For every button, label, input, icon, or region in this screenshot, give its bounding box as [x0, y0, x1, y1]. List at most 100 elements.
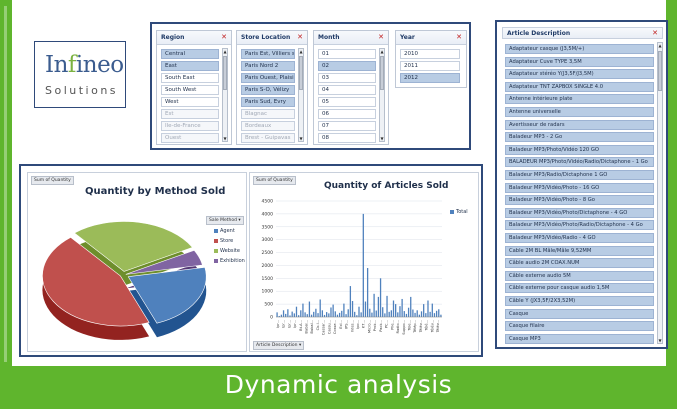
slicer-item-month[interactable]: 05	[318, 97, 376, 107]
bar[interactable]	[319, 299, 321, 317]
article-item[interactable]: Casque	[505, 308, 654, 319]
filter-clear-icon[interactable]: ✕	[456, 33, 462, 41]
article-item[interactable]: Câble Y (JX3,5F/2X3,52M)	[505, 296, 654, 306]
bar[interactable]	[330, 307, 332, 317]
bar[interactable]	[306, 314, 308, 317]
article-description-filter[interactable]: Article Description ▾	[253, 341, 305, 350]
bar[interactable]	[382, 307, 384, 317]
slicer-item-region[interactable]: West	[161, 97, 219, 107]
scroll-down-icon[interactable]: ▼	[299, 136, 303, 141]
slicer-item-region[interactable]: Central	[161, 49, 219, 59]
bar[interactable]	[291, 311, 293, 317]
scroll-down-icon[interactable]: ▼	[658, 338, 662, 343]
bar[interactable]	[377, 296, 380, 317]
article-item[interactable]: Câble externe audio 5M	[505, 270, 654, 281]
filter-clear-icon[interactable]: ✕	[297, 33, 303, 41]
bar[interactable]	[336, 314, 339, 317]
bar[interactable]	[313, 311, 315, 317]
bar[interactable]	[410, 296, 412, 317]
article-item[interactable]: Antenne universelle	[505, 107, 654, 117]
bar[interactable]	[345, 314, 347, 317]
bar[interactable]	[364, 301, 367, 317]
bar[interactable]	[321, 310, 323, 317]
article-item[interactable]: Câble audio 2M COAX.NUM	[505, 258, 654, 269]
slicer-item-month[interactable]: 03	[318, 73, 376, 83]
article-item[interactable]: Adaptateur TNT ZAPBOX SINGLE 4.0	[505, 81, 654, 92]
bar[interactable]	[317, 313, 319, 317]
bar[interactable]	[388, 311, 390, 317]
bar[interactable]	[300, 310, 302, 317]
bar[interactable]	[334, 311, 336, 317]
bar[interactable]	[371, 312, 373, 317]
slicer-item-month[interactable]: 02	[318, 61, 376, 71]
slicer-item-store[interactable]: Bordeaux	[241, 121, 295, 131]
slicer-item-year[interactable]: 2010	[400, 49, 460, 59]
slicer-item-store[interactable]: Brest - Guipavas	[241, 133, 295, 143]
slicer-item-month[interactable]: 08	[318, 133, 376, 143]
bar[interactable]	[435, 310, 438, 317]
filter-clear-icon[interactable]: ✕	[378, 33, 384, 41]
bar[interactable]	[338, 312, 341, 317]
article-item[interactable]: Casque MP3	[505, 333, 654, 344]
bar[interactable]	[384, 313, 386, 317]
article-item[interactable]: Adaptateur stéréo Y(J3,5F/J3,5M)	[505, 69, 654, 80]
bar[interactable]	[349, 286, 352, 317]
bar[interactable]	[358, 306, 360, 317]
bar[interactable]	[379, 278, 382, 317]
article-item[interactable]: Baladeur MP3/Vidéo/Radio - 4 GO	[505, 233, 654, 243]
bar[interactable]	[438, 309, 440, 317]
bar[interactable]	[276, 312, 278, 317]
bar[interactable]	[433, 313, 436, 317]
bar[interactable]	[405, 313, 408, 317]
bar[interactable]	[351, 301, 354, 317]
bar[interactable]	[326, 312, 328, 317]
filter-clear-icon[interactable]: ✕	[221, 33, 227, 41]
slicer-item-store[interactable]: Paris Ouest, Plaisir	[241, 73, 295, 83]
slicer-item-store[interactable]: Paris S-O, Vélizy	[241, 85, 295, 95]
bar[interactable]	[412, 309, 414, 317]
bar[interactable]	[341, 310, 343, 317]
slicer-item-store[interactable]: Blagnac	[241, 109, 295, 119]
bar[interactable]	[375, 310, 377, 317]
slicer-item-store[interactable]: Paris Sud, Evry	[241, 97, 295, 107]
filter-clear-icon[interactable]: ✕	[652, 29, 658, 37]
article-item[interactable]: Antenne intérieure plate	[505, 94, 654, 105]
slicer-item-region[interactable]: Ouest	[161, 133, 219, 143]
bar[interactable]	[315, 308, 317, 317]
bar[interactable]	[397, 312, 399, 317]
bar[interactable]	[282, 310, 285, 317]
slicer-item-month[interactable]: 07	[318, 121, 376, 131]
article-item[interactable]: Avertisseur de radars	[505, 119, 654, 130]
region-scrollbar[interactable]: ▲ ▼	[222, 48, 228, 142]
bar[interactable]	[420, 311, 423, 317]
slicer-item-year[interactable]: 2012	[400, 73, 460, 83]
scroll-up-icon[interactable]: ▲	[223, 49, 227, 54]
article-item[interactable]: Baladeur MP3/Vidéo/Photo/Dictaphone - 4 …	[505, 207, 654, 218]
bar[interactable]	[332, 304, 334, 317]
store-scrollbar[interactable]: ▲ ▼	[298, 48, 304, 142]
article-item[interactable]: Casque filaire	[505, 321, 654, 332]
article-item[interactable]: Baladeur MP3/Vidéo/Photo - 8 Go	[505, 195, 654, 206]
bar[interactable]	[407, 307, 410, 317]
scroll-thumb[interactable]	[299, 56, 303, 90]
scroll-thumb[interactable]	[380, 56, 384, 90]
bar[interactable]	[416, 310, 418, 317]
article-item[interactable]: Câble externe pour casque audio 1,5M	[505, 283, 654, 294]
article-item[interactable]: Baladeur MP3/Photo/Vidéo 120 GO	[505, 144, 654, 155]
article-item[interactable]: Adaptateur casque (J3,5M/+)	[505, 44, 654, 54]
bar[interactable]	[386, 295, 388, 317]
bar[interactable]	[308, 301, 311, 317]
bar[interactable]	[297, 315, 300, 317]
slicer-item-month[interactable]: 01	[318, 49, 376, 59]
bar[interactable]	[347, 309, 349, 317]
bar[interactable]	[392, 300, 395, 317]
bar[interactable]	[403, 311, 405, 317]
bar[interactable]	[366, 268, 369, 317]
scroll-thumb[interactable]	[223, 56, 227, 90]
bar[interactable]	[427, 300, 429, 317]
bar[interactable]	[285, 313, 287, 317]
article-scrollbar[interactable]: ▲ ▼	[657, 42, 663, 344]
bar[interactable]	[302, 303, 304, 317]
bar[interactable]	[293, 313, 295, 317]
bar[interactable]	[395, 304, 397, 317]
